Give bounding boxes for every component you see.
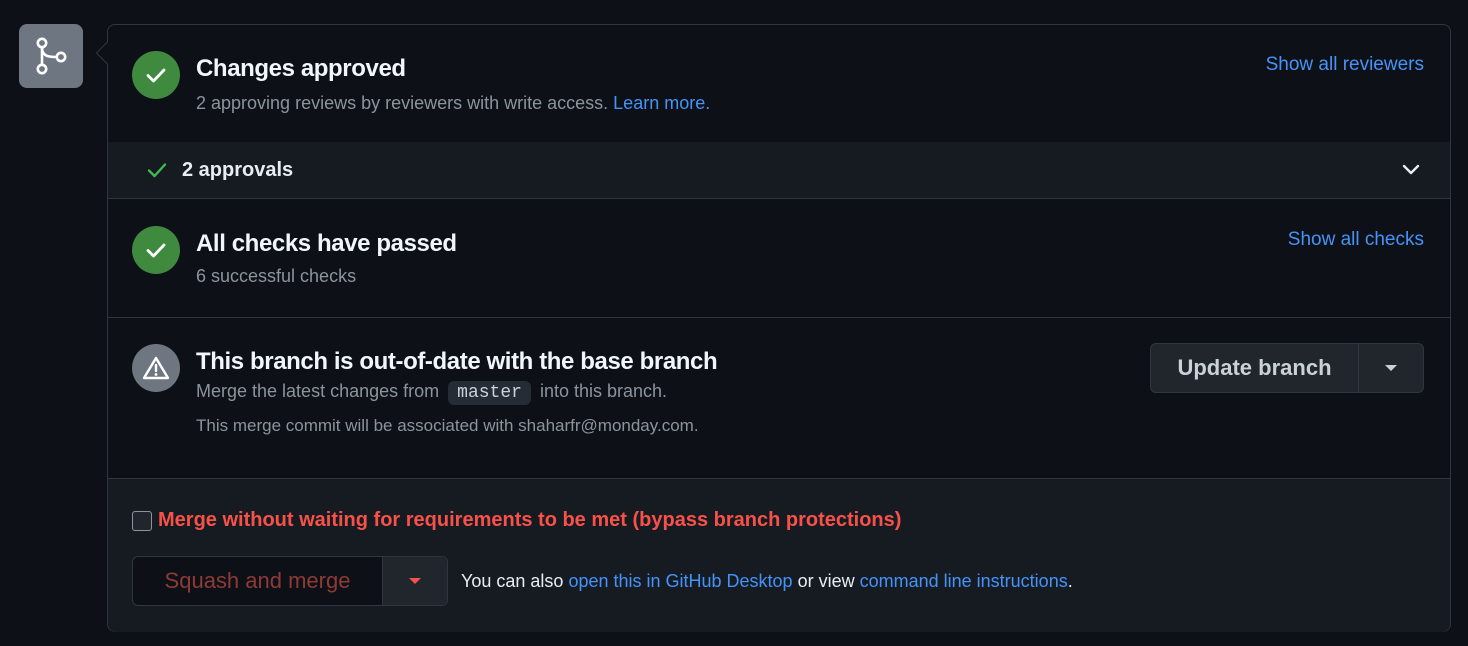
- squash-and-merge-button[interactable]: Squash and merge: [133, 557, 383, 605]
- approvals-count: 2 approvals: [182, 159, 294, 181]
- merge-alternatives-note: You can also open this in GitHub Desktop…: [461, 571, 1073, 592]
- git-merge-icon: [19, 24, 83, 88]
- learn-more-link[interactable]: Learn more.: [613, 93, 710, 113]
- branch-status-section: This branch is out-of-date with the base…: [108, 318, 1450, 479]
- merge-box: Changes approved 2 approving reviews by …: [95, 24, 1451, 632]
- base-branch-name: master: [448, 381, 531, 405]
- show-all-reviewers-link[interactable]: Show all reviewers: [1266, 54, 1424, 76]
- triangle-down-icon[interactable]: [1359, 344, 1423, 392]
- update-branch-group: Update branch: [1150, 343, 1424, 393]
- merge-button-group: Squash and merge: [132, 556, 448, 606]
- checks-section: All checks have passed 6 successful chec…: [108, 199, 1450, 318]
- chevron-down-icon[interactable]: [1400, 158, 1422, 185]
- update-branch-button[interactable]: Update branch: [1151, 344, 1359, 392]
- review-status-section: Changes approved 2 approving reviews by …: [108, 25, 1450, 142]
- note-suffix: .: [1067, 571, 1073, 591]
- checks-title: All checks have passed: [196, 230, 457, 257]
- command-line-link[interactable]: command line instructions: [860, 571, 1068, 591]
- branch-status-title: This branch is out-of-date with the base…: [196, 348, 718, 375]
- bypass-option: Merge without waiting for requirements t…: [132, 509, 901, 532]
- merge-section: Merge without waiting for requirements t…: [108, 479, 1450, 632]
- branch-line1-suffix: into this branch.: [539, 381, 668, 401]
- check-circle-icon: [132, 51, 180, 99]
- branch-status-line2: This merge commit will be associated wit…: [196, 416, 699, 435]
- github-desktop-link[interactable]: open this in GitHub Desktop: [568, 571, 792, 591]
- review-status-subtitle: 2 approving reviews by reviewers with wr…: [196, 93, 710, 114]
- approvals-toggle[interactable]: 2 approvals: [108, 142, 1450, 199]
- show-all-checks-link[interactable]: Show all checks: [1288, 229, 1424, 251]
- bypass-checkbox[interactable]: [132, 510, 152, 531]
- branch-status-line1: Merge the latest changes from master int…: [196, 381, 667, 405]
- review-status-title: Changes approved: [196, 55, 406, 82]
- checks-subtitle: 6 successful checks: [196, 266, 357, 286]
- triangle-down-icon[interactable]: [383, 557, 447, 605]
- alert-icon: [132, 344, 180, 392]
- check-circle-icon: [132, 226, 180, 274]
- check-icon: [146, 159, 168, 186]
- review-status-text: 2 approving reviews by reviewers with wr…: [196, 93, 609, 113]
- branch-line1-prefix: Merge the latest changes from: [196, 381, 440, 401]
- bypass-label[interactable]: Merge without waiting for requirements t…: [158, 509, 901, 532]
- note-middle: or view: [797, 571, 855, 591]
- note-prefix: You can also: [461, 571, 564, 591]
